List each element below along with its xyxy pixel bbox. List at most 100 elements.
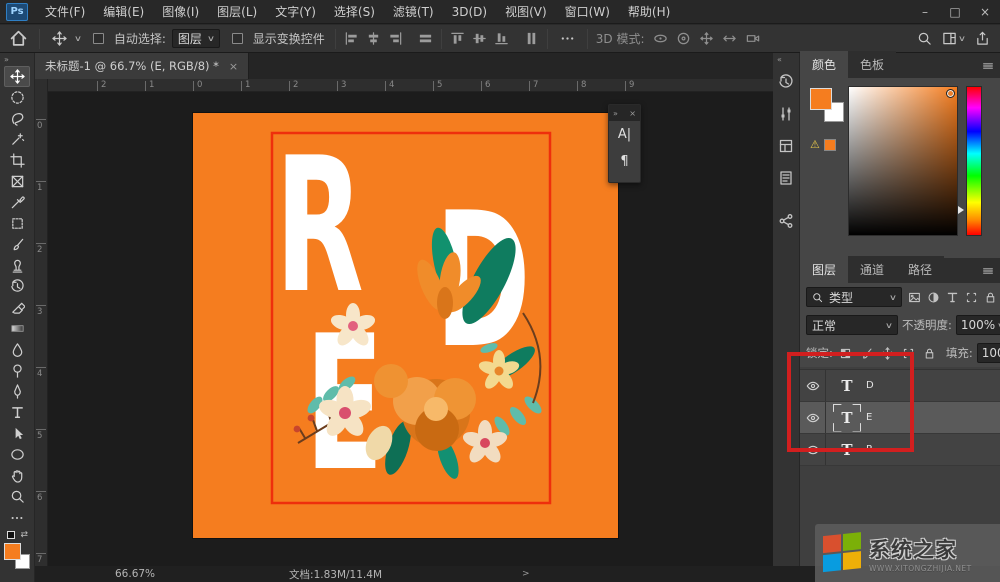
auto-select-dropdown[interactable]: 图层 ∨ bbox=[172, 29, 220, 48]
visibility-eye-icon[interactable] bbox=[800, 402, 826, 433]
frame-tool[interactable] bbox=[4, 171, 30, 192]
share-panel-icon[interactable] bbox=[774, 208, 798, 234]
marquee-tool[interactable] bbox=[4, 87, 30, 108]
foreground-background-swatch[interactable] bbox=[4, 543, 30, 569]
panel-close-icon[interactable]: × bbox=[629, 109, 636, 118]
distribute-v-icon[interactable] bbox=[524, 31, 539, 46]
character-panel-icon[interactable]: A| bbox=[609, 121, 640, 148]
lock-artboard-icon[interactable] bbox=[902, 347, 915, 360]
distribute-h-icon[interactable] bbox=[418, 31, 433, 46]
auto-select-checkbox[interactable] bbox=[93, 33, 104, 44]
minimize-button[interactable]: – bbox=[910, 0, 940, 23]
edit-toolbar-icon[interactable] bbox=[4, 507, 30, 528]
filter-shape-layers-icon[interactable] bbox=[965, 291, 978, 304]
lasso-tool[interactable] bbox=[4, 108, 30, 129]
maximize-button[interactable]: □ bbox=[940, 0, 970, 23]
layer-name[interactable]: E bbox=[866, 412, 872, 423]
layer-row-r[interactable]: T R bbox=[800, 434, 1000, 466]
foreground-color-swatch[interactable] bbox=[4, 543, 21, 560]
pen-tool[interactable] bbox=[4, 381, 30, 402]
lock-position-icon[interactable] bbox=[881, 347, 894, 360]
lock-all-icon[interactable] bbox=[923, 347, 936, 360]
align-bottom-icon[interactable] bbox=[494, 31, 509, 46]
crop-tool[interactable] bbox=[4, 150, 30, 171]
panel-collapse-icon[interactable]: » bbox=[613, 109, 618, 118]
filter-pixel-layers-icon[interactable] bbox=[908, 291, 921, 304]
zoom-tool[interactable] bbox=[4, 486, 30, 507]
toolbar-expand-icon[interactable]: » bbox=[0, 53, 12, 66]
more-options-icon[interactable] bbox=[556, 29, 579, 48]
tab-paths[interactable]: 路径 bbox=[896, 256, 944, 283]
3d-roll-icon[interactable] bbox=[676, 31, 691, 46]
home-icon[interactable] bbox=[6, 28, 31, 49]
search-icon[interactable] bbox=[917, 31, 932, 46]
path-selection-tool[interactable] bbox=[4, 423, 30, 444]
visibility-eye-icon[interactable] bbox=[800, 370, 826, 401]
3d-orbit-icon[interactable] bbox=[653, 31, 668, 46]
align-right-icon[interactable] bbox=[388, 31, 403, 46]
eraser-tool[interactable] bbox=[4, 297, 30, 318]
align-left-icon[interactable] bbox=[344, 31, 359, 46]
panel-menu-icon[interactable] bbox=[981, 59, 995, 73]
document-tab[interactable]: 未标题-1 @ 66.7% (E, RGB/8) * × bbox=[35, 53, 249, 79]
panel-menu-icon[interactable] bbox=[981, 264, 995, 278]
swap-colors-icon[interactable]: ⇄ bbox=[20, 530, 28, 540]
3d-camera-icon[interactable] bbox=[745, 31, 761, 46]
blur-tool[interactable] bbox=[4, 339, 30, 360]
hue-slider-marker[interactable] bbox=[958, 206, 964, 214]
history-panel-icon[interactable] bbox=[774, 69, 798, 95]
visibility-eye-icon[interactable] bbox=[800, 434, 826, 465]
menu-help[interactable]: 帮助(H) bbox=[619, 0, 679, 24]
type-layer-thumbnail[interactable]: T bbox=[836, 375, 858, 397]
menu-filter[interactable]: 滤镜(T) bbox=[384, 0, 443, 24]
zoom-level-field[interactable]: 66.67% bbox=[35, 568, 169, 580]
move-tool[interactable] bbox=[4, 66, 30, 87]
layer-filter-dropdown[interactable]: 类型 ∨ bbox=[806, 287, 902, 307]
history-brush-tool[interactable] bbox=[4, 276, 30, 297]
share-image-icon[interactable] bbox=[975, 31, 990, 46]
menu-window[interactable]: 窗口(W) bbox=[556, 0, 619, 24]
properties-panel-icon[interactable] bbox=[774, 165, 798, 191]
brush-tool[interactable] bbox=[4, 234, 30, 255]
quick-selection-tool[interactable] bbox=[4, 129, 30, 150]
move-tool-icon[interactable] bbox=[48, 29, 71, 48]
saturation-field[interactable] bbox=[848, 86, 958, 236]
close-button[interactable]: × bbox=[970, 0, 1000, 23]
clone-stamp-tool[interactable] bbox=[4, 255, 30, 276]
filter-smart-objects-icon[interactable] bbox=[984, 291, 997, 304]
fill-dropdown[interactable]: 100% ∨ bbox=[977, 343, 1000, 363]
menu-layer[interactable]: 图层(L) bbox=[208, 0, 266, 24]
gradient-tool[interactable] bbox=[4, 318, 30, 339]
lock-pixels-icon[interactable] bbox=[860, 347, 873, 360]
adjustments-panel-icon[interactable] bbox=[774, 101, 798, 127]
chevron-down-icon[interactable]: ∨ bbox=[958, 34, 966, 43]
healing-brush-tool[interactable] bbox=[4, 213, 30, 234]
tab-close-icon[interactable]: × bbox=[229, 60, 238, 73]
hand-tool[interactable] bbox=[4, 465, 30, 486]
default-colors-icon[interactable]: ⇄ bbox=[6, 530, 28, 542]
align-top-icon[interactable] bbox=[450, 31, 465, 46]
dodge-tool[interactable] bbox=[4, 360, 30, 381]
menu-file[interactable]: 文件(F) bbox=[36, 0, 94, 24]
menu-3d[interactable]: 3D(D) bbox=[443, 0, 496, 24]
eyedropper-tool[interactable] bbox=[4, 192, 30, 213]
layer-name[interactable]: R bbox=[866, 444, 873, 455]
menu-view[interactable]: 视图(V) bbox=[496, 0, 556, 24]
tab-color[interactable]: 颜色 bbox=[800, 51, 848, 78]
gamut-warning-icon[interactable]: ⚠ bbox=[810, 138, 820, 151]
blend-mode-dropdown[interactable]: 正常 ∨ bbox=[806, 315, 898, 335]
menu-edit[interactable]: 编辑(E) bbox=[94, 0, 153, 24]
filter-adjustment-layers-icon[interactable] bbox=[927, 291, 940, 304]
layer-name[interactable]: D bbox=[866, 380, 874, 391]
3d-slide-icon[interactable] bbox=[722, 31, 737, 46]
menu-select[interactable]: 选择(S) bbox=[325, 0, 384, 24]
align-hcenter-icon[interactable] bbox=[366, 31, 381, 46]
foreground-color-swatch[interactable] bbox=[810, 88, 832, 110]
filter-type-layers-icon[interactable] bbox=[946, 291, 959, 304]
layer-row-e-selected[interactable]: T E bbox=[800, 402, 1000, 434]
status-arrow-icon[interactable]: > bbox=[382, 569, 530, 579]
align-vcenter-icon[interactable] bbox=[472, 31, 487, 46]
workspace-icon[interactable] bbox=[942, 31, 957, 46]
tab-channels[interactable]: 通道 bbox=[848, 256, 896, 283]
opacity-dropdown[interactable]: 100% ∨ bbox=[956, 315, 1000, 335]
